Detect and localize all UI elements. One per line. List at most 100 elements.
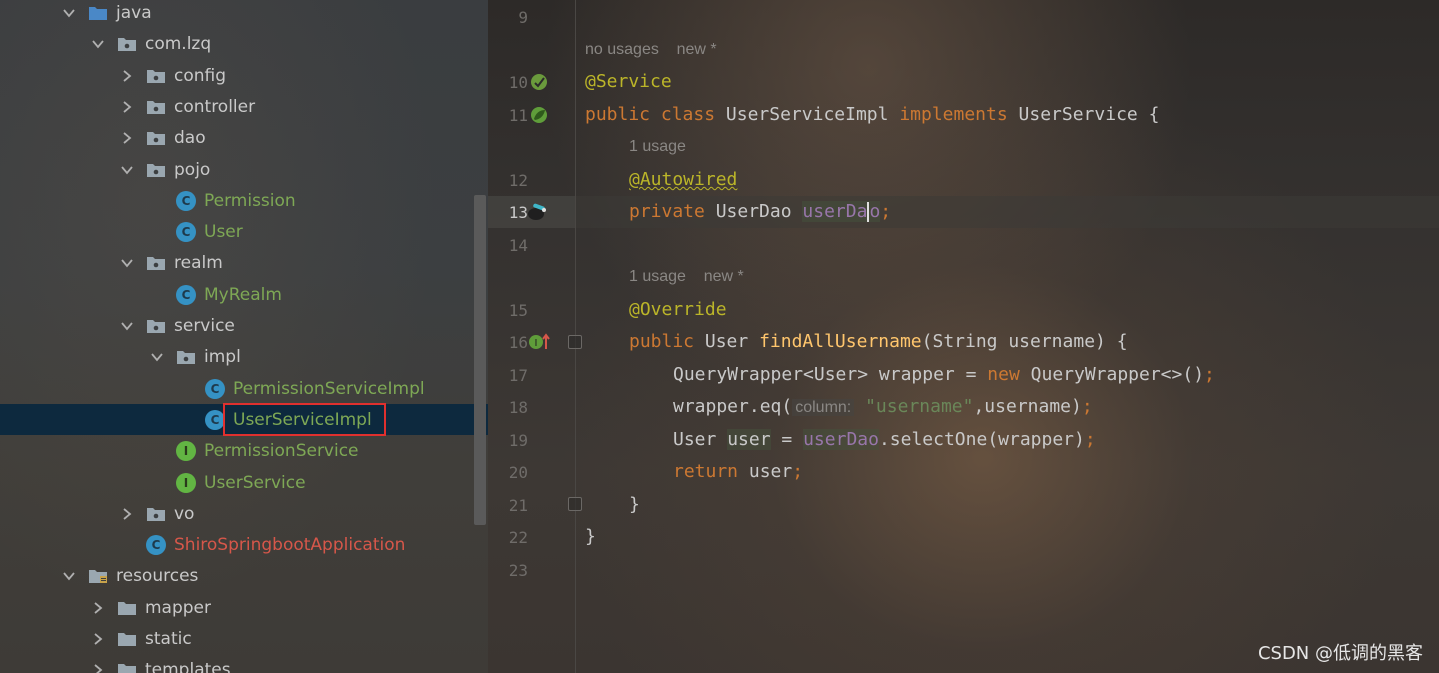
class-icon: C [176,190,196,211]
code-line: @Service [585,71,672,92]
autowired-bean-icon[interactable] [526,199,550,223]
tree-item-label: service [174,315,235,336]
tree-item-service[interactable]: service [0,310,488,341]
tree-item-java[interactable]: java [0,0,488,28]
line-number: 20 [508,463,528,482]
tree-item-realm[interactable]: realm [0,247,488,278]
code-line: return user; [673,461,804,482]
chevron-right-icon[interactable] [91,632,105,646]
tree-item-label: User [204,221,243,242]
class-icon: C [176,284,196,305]
tree-item-label: dao [174,127,206,148]
chevron-down-icon[interactable] [150,350,164,364]
chevron-right-icon[interactable] [91,663,105,673]
line-number: 9 [518,8,528,27]
tree-item-pojo[interactable]: pojo [0,154,488,185]
code-line: } [585,526,596,547]
tree-item-myrealm[interactable]: C MyRealm [0,279,488,310]
tree-item-templates[interactable]: templates [0,654,488,673]
class-icon: C [205,409,225,430]
tree-item-permissionserviceimpl[interactable]: C PermissionServiceImpl [0,373,488,404]
tree-item-label: PermissionService [204,440,359,461]
line-number: 17 [508,366,528,385]
spring-app-class-icon: C [146,534,166,555]
chevron-right-icon[interactable] [120,507,134,521]
tree-item-label: static [145,628,192,649]
code-line: QueryWrapper<User> wrapper = new QueryWr… [673,364,1215,385]
resources-folder-icon [88,568,108,584]
chevron-down-icon[interactable] [120,163,134,177]
code-line: User user = userDao.selectOne(wrapper); [673,429,1096,450]
tree-item-label: resources [116,565,199,586]
tree-item-label: config [174,65,227,86]
tree-item-permissionservice[interactable]: I PermissionService [0,435,488,466]
chevron-down-icon[interactable] [120,256,134,270]
code-editor[interactable]: 9 10 11 12 13 14 15 16 17 18 19 20 21 22… [488,0,1439,673]
tree-item-user[interactable]: C User [0,216,488,247]
tree-item-permission[interactable]: C Permission [0,185,488,216]
line-number: 10 [508,73,528,92]
code-line: public User findAllUsername(String usern… [629,331,1128,352]
tree-item-label: com.lzq [145,33,212,54]
tree-item-impl[interactable]: impl [0,341,488,372]
line-number: 11 [508,106,528,125]
chevron-right-icon[interactable] [120,100,134,114]
override-icon[interactable]: I [528,332,552,352]
chevron-right-icon[interactable] [120,69,134,83]
chevron-down-icon[interactable] [120,319,134,333]
fold-marker[interactable] [568,497,582,511]
tree-item-label: MyRealm [204,284,282,305]
line-number-current: 13 [508,203,528,222]
tree-scrollbar[interactable] [474,195,486,525]
tree-item-resources[interactable]: resources [0,560,488,591]
class-icon: C [205,378,225,399]
chevron-down-icon[interactable] [62,6,76,20]
line-number: 14 [508,236,528,255]
spring-bean-leaf-icon[interactable] [528,104,550,126]
chevron-right-icon[interactable] [120,131,134,145]
tree-item-userservice[interactable]: I UserService [0,467,488,498]
tree-item-label: pojo [174,159,211,180]
watermark: CSDN @低调的黑客 [1257,643,1423,664]
tree-item-shirospringbootapplication[interactable]: C ShiroSpringbootApplication [0,529,488,560]
tree-item-dao[interactable]: dao [0,122,488,153]
tree-item-label: Permission [204,190,296,211]
line-number: 23 [508,561,528,580]
tree-item-label: ShiroSpringbootApplication [174,534,406,555]
code-line: public class UserServiceImpl implements … [585,104,1160,125]
usage-hint[interactable]: 1 usage [629,138,686,156]
tree-item-label: mapper [145,597,212,618]
folder-icon [117,600,137,616]
tree-item-label: impl [204,346,241,367]
tree-item-vo[interactable]: vo [0,498,488,529]
fold-marker[interactable] [568,335,582,349]
tree-item-userserviceimpl[interactable]: C UserServiceImpl [0,404,488,435]
code-line: private UserDao userDa o; [629,201,892,222]
chevron-down-icon[interactable] [62,569,76,583]
line-number: 12 [508,171,528,190]
class-icon: C [176,221,196,242]
tree-item-controller[interactable]: controller [0,91,488,122]
package-icon [146,68,166,84]
package-icon [146,506,166,522]
tree-item-label: UserService [204,472,306,493]
tree-item-label: realm [174,252,223,273]
tree-item-static[interactable]: static [0,623,488,654]
line-number: 19 [508,431,528,450]
interface-icon: I [176,440,196,461]
chevron-right-icon[interactable] [91,601,105,615]
tree-item-config[interactable]: config [0,60,488,91]
interface-icon: I [176,472,196,493]
tree-item-mapper[interactable]: mapper [0,592,488,623]
spring-bean-icon[interactable] [528,71,550,93]
line-number: 18 [508,398,528,417]
usage-hint[interactable]: no usages new * [585,41,717,59]
tree-item-com.lzq[interactable]: com.lzq [0,28,488,59]
folder-icon [117,631,137,647]
usage-hint[interactable]: 1 usage new * [629,268,744,286]
code-line: } [629,494,640,515]
chevron-down-icon[interactable] [91,37,105,51]
svg-text:I: I [535,338,538,349]
line-number: 16 [508,333,528,352]
tree-item-label: vo [174,503,195,524]
